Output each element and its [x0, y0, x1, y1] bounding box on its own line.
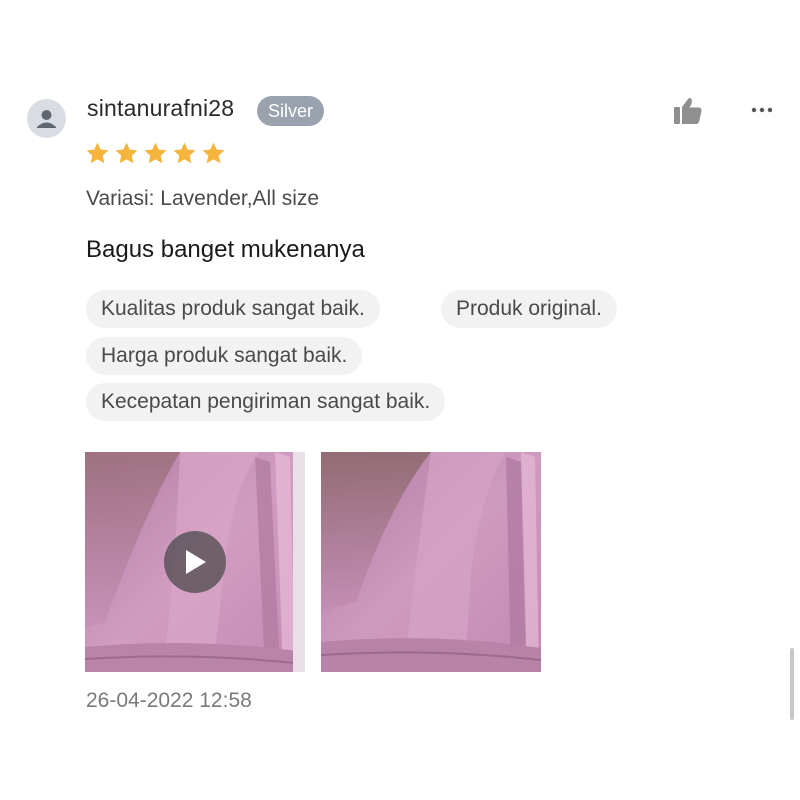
variation-text: Variasi: Lavender,All size: [86, 187, 320, 210]
review-tag: Harga produk sangat baik.: [86, 337, 363, 375]
user-icon: [37, 110, 56, 128]
star-icon: [86, 142, 109, 164]
username[interactable]: sintanurafni28: [87, 95, 234, 122]
review-photo-thumbnail[interactable]: [321, 452, 541, 672]
review-tag: Kecepatan pengiriman sangat baik.: [86, 383, 446, 421]
thumbs-up-icon: [674, 98, 702, 124]
more-options-button[interactable]: [748, 100, 776, 120]
more-dots-icon: [751, 107, 773, 113]
scrollbar[interactable]: [790, 648, 794, 720]
avatar[interactable]: [27, 99, 66, 138]
review-comment: Bagus banget mukenanya: [86, 236, 365, 263]
review-tag: Kualitas produk sangat baik.: [86, 290, 380, 328]
star-icon: [173, 142, 196, 164]
review-timestamp: 26-04-2022 12:58: [86, 689, 252, 712]
review-video-thumbnail[interactable]: [85, 452, 305, 672]
member-badge: Silver: [257, 96, 325, 126]
review-tag: Produk original.: [441, 290, 617, 328]
play-icon: [186, 550, 206, 574]
star-icon: [115, 142, 138, 164]
star-icon: [144, 142, 167, 164]
fabric-image: [321, 452, 541, 672]
star-icon: [202, 142, 225, 164]
rating-stars: [85, 141, 226, 167]
play-button[interactable]: [164, 531, 226, 593]
like-button[interactable]: [672, 96, 704, 126]
